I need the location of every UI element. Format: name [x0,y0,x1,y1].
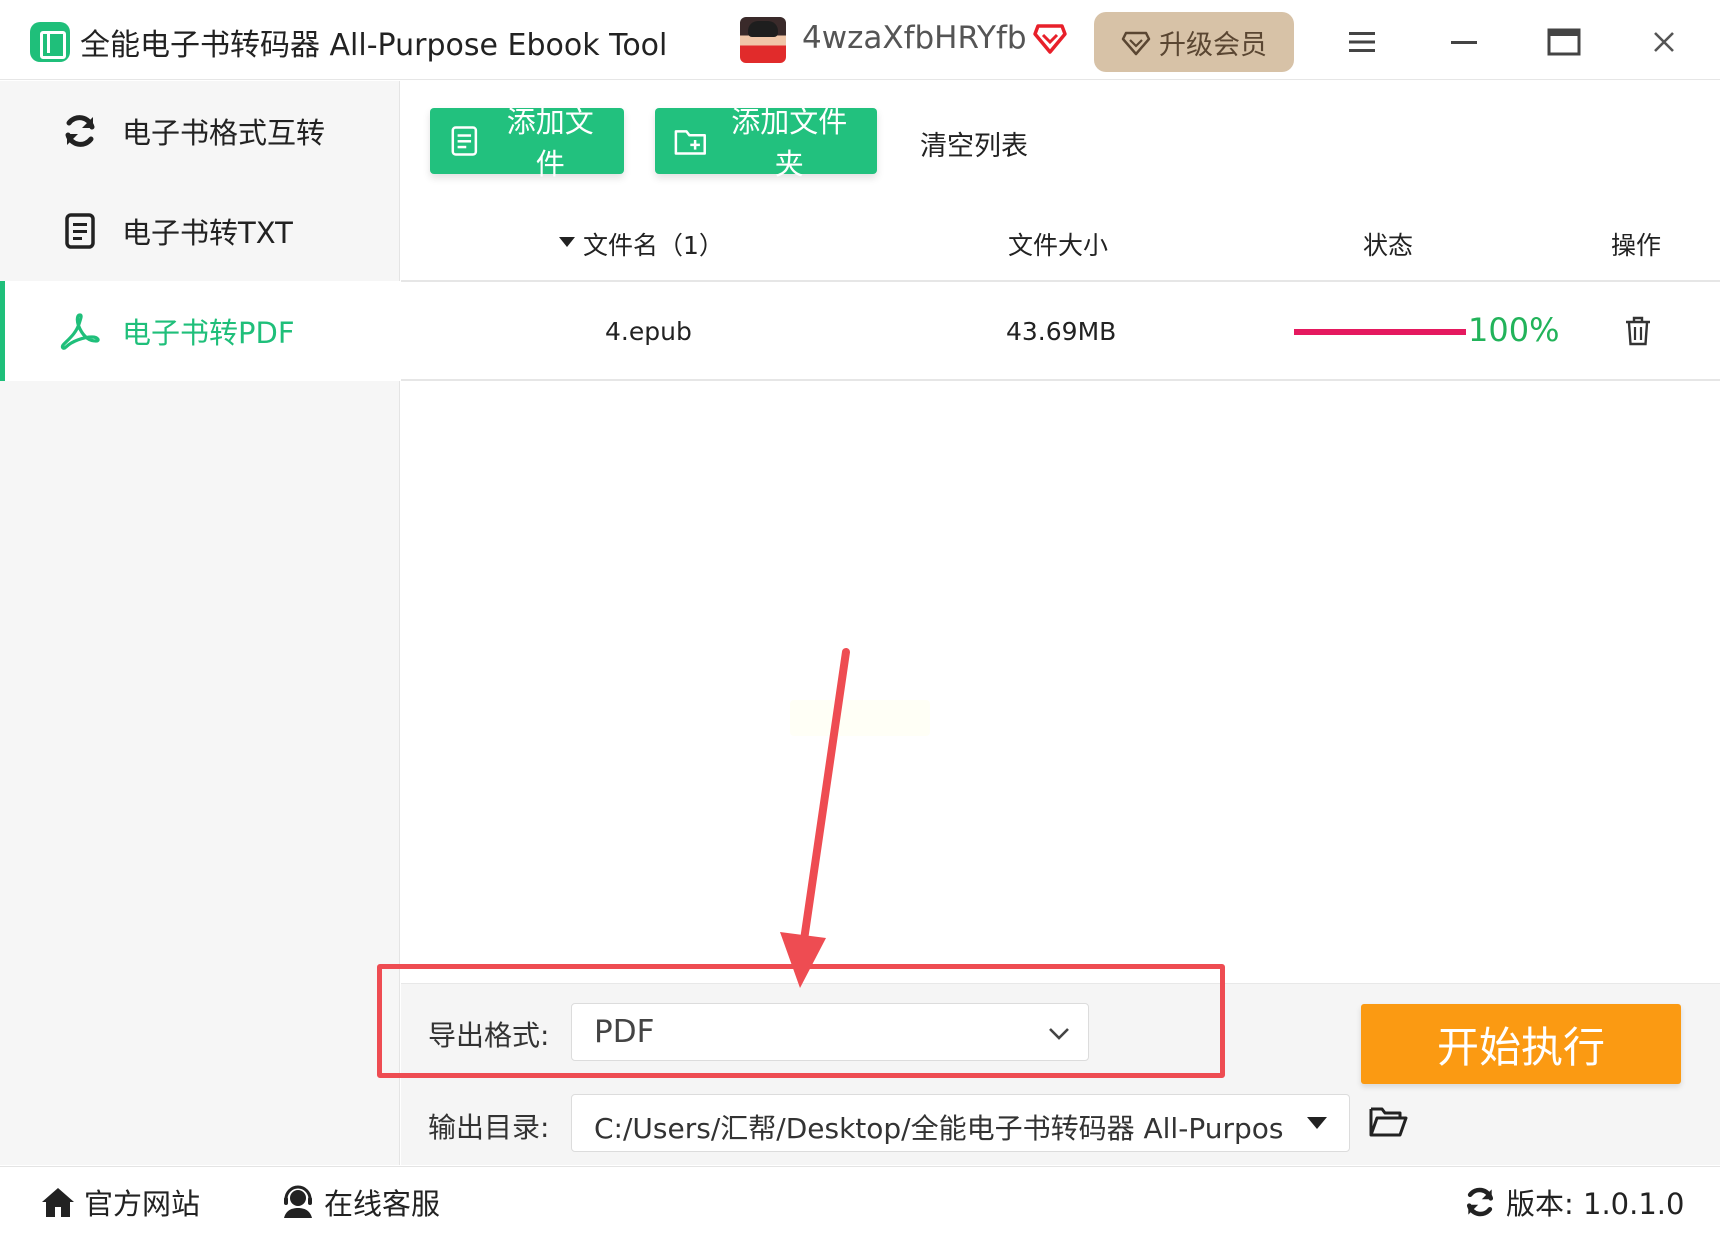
add-file-button[interactable]: 添加文件 [430,105,624,181]
file-name: 4.epub [605,317,692,346]
upgrade-vip-button[interactable]: 升级会员 [1094,12,1294,72]
app-title: 全能电子书转码器 All-Purpose Ebook Tool [80,28,668,63]
maximize-icon [1547,28,1581,56]
version-info[interactable]: 版本: 1.0.1.0 [1462,1181,1684,1223]
open-folder-button[interactable] [1368,1104,1408,1140]
sidebar-item-to-pdf[interactable]: 电子书转PDF [0,281,400,381]
username[interactable]: 4wzaXfbHRYfb [802,20,1027,56]
maximize-button[interactable] [1542,20,1586,64]
output-dir-value: C:/Users/汇帮/Desktop/全能电子书转码器 All-Purpose… [594,1112,1284,1145]
table-row: 4.epub 43.69MB 100% [401,283,1720,381]
sort-desc-icon[interactable] [558,236,576,248]
pdf-icon [60,313,100,350]
column-header-size: 文件大小 [1008,231,1109,260]
vip-diamond-icon [1033,24,1067,54]
output-dir-label: 输出目录: [428,1111,550,1144]
clear-list-button[interactable]: 清空列表 [920,124,1028,163]
diamond-icon [1121,31,1151,56]
user-avatar[interactable] [740,17,786,63]
customer-service-icon [284,1185,312,1218]
delete-file-button[interactable] [1622,315,1654,349]
footer: 官方网站 在线客服 版本: 1.0.1.0 [0,1166,1720,1234]
column-header-name[interactable]: 文件名（1） [583,226,724,262]
add-file-icon [451,126,478,156]
sidebar-item-label: 电子书转PDF [122,316,295,350]
caret-down-icon [1307,1117,1327,1129]
folder-open-icon [1369,1107,1408,1137]
annotation-arrow [780,648,850,988]
close-icon [1654,32,1674,52]
official-website-link[interactable]: 官方网站 [40,1181,200,1223]
document-icon [65,213,95,249]
menu-button[interactable] [1340,20,1384,64]
official-website-label: 官方网站 [84,1187,201,1221]
sidebar: 电子书格式互转 电子书转TXT 电子书转PDF [0,81,400,1165]
online-service-label: 在线客服 [324,1187,441,1221]
add-folder-icon [674,130,706,155]
start-button[interactable]: 开始执行 [1361,1004,1681,1084]
upgrade-vip-label: 升级会员 [1159,29,1267,61]
add-folder-button[interactable]: 添加文件夹 [655,105,877,181]
output-dir-select[interactable]: C:/Users/汇帮/Desktop/全能电子书转码器 All-Purpose… [571,1094,1350,1152]
app-logo-icon [30,22,70,62]
file-size: 43.69MB [1006,317,1117,346]
sidebar-item-label: 电子书格式互转 [122,116,326,150]
version-label: 版本: 1.0.1.0 [1506,1187,1685,1221]
home-icon [42,1188,74,1217]
progress-percent: 100% [1468,311,1560,349]
close-button[interactable] [1642,20,1686,64]
column-header-action: 操作 [1611,231,1662,260]
sidebar-item-format-convert[interactable]: 电子书格式互转 [0,81,400,181]
progress-bar [1294,329,1466,335]
add-folder-label: 添加文件夹 [731,105,848,181]
refresh-icon [65,115,95,147]
sidebar-item-label: 电子书转TXT [122,216,293,250]
online-service-link[interactable]: 在线客服 [280,1181,440,1223]
refresh-icon [1466,1187,1494,1217]
minimize-button[interactable] [1442,20,1486,64]
title-bar: 全能电子书转码器 All-Purpose Ebook Tool 4wzaXfbH… [0,0,1720,80]
column-header-status: 状态 [1363,231,1414,260]
add-file-label: 添加文件 [506,105,594,181]
trash-icon [1626,316,1650,346]
progress-bar-fill [1294,329,1466,335]
file-table-header: 文件名（1） 文件大小 状态 操作 [401,200,1720,282]
sidebar-item-to-txt[interactable]: 电子书转TXT [0,181,400,281]
minimize-icon [1451,41,1477,44]
hamburger-menu-icon [1349,32,1375,52]
